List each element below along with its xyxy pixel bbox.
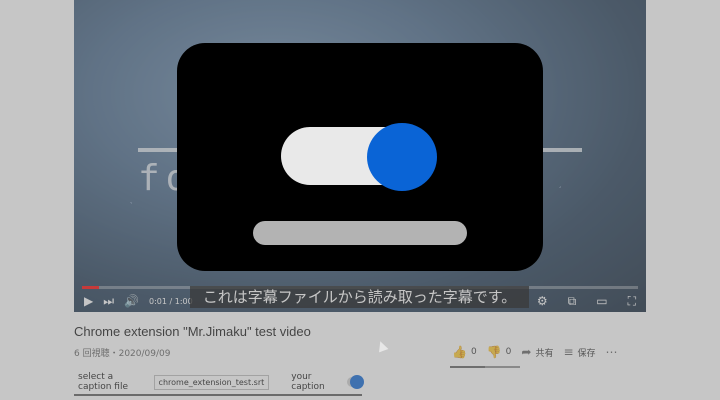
video-meta: 6 回視聴・2020/09/09 (74, 349, 171, 359)
play-icon[interactable]: ▶ (84, 293, 93, 309)
share-button[interactable]: ➦ 共有 (521, 345, 553, 359)
fullscreen-icon[interactable]: ⛶ (628, 293, 636, 309)
volume-icon[interactable]: 🔊 (124, 293, 139, 309)
extension-logo (177, 43, 543, 271)
video-actions: 👍 0 👎 0 ➦ 共有 ≡ 保存 ⋯ (452, 345, 618, 359)
theater-icon[interactable]: ▭ (596, 293, 607, 309)
gear-icon[interactable]: ⚙ (537, 293, 548, 309)
save-icon: ≡ (563, 345, 574, 359)
logo-toggle-knob (367, 123, 437, 191)
next-icon[interactable]: ⏭ (103, 293, 114, 309)
caption-toggle-knob (350, 375, 364, 389)
caption-text: これは字幕ファイルから読み取った字幕です。 (190, 286, 529, 308)
thumbs-up-icon: 👍 (452, 345, 467, 359)
controls-right: ⚙ ⧉ ▭ ⛶ (527, 293, 636, 309)
dislike-button[interactable]: 👎 0 (487, 345, 512, 359)
time-display: 0:01 / 1:00 (149, 296, 193, 306)
like-count: 0 (470, 347, 477, 357)
logo-caption-bar (253, 221, 467, 245)
caption-toggle[interactable] (346, 375, 364, 389)
share-label: 共有 (535, 348, 554, 359)
video-title: Chrome extension "Mr.Jimaku" test video (74, 324, 311, 339)
select-caption-label: select a caption file (78, 372, 128, 392)
sentiment-bar (450, 366, 520, 368)
save-label: 保存 (577, 348, 596, 359)
more-icon: ⋯ (605, 345, 618, 359)
sentiment-fill (450, 366, 485, 368)
save-button[interactable]: ≡ 保存 (563, 345, 595, 359)
like-button[interactable]: 👍 0 (452, 345, 477, 359)
progress-played (82, 286, 99, 289)
video-info: Chrome extension "Mr.Jimaku" test video … (0, 312, 720, 400)
share-icon: ➦ (521, 345, 532, 359)
your-caption-label: your caption (291, 372, 325, 392)
miniplayer-icon[interactable]: ⧉ (568, 293, 577, 309)
thumbs-down-icon: 👎 (486, 345, 502, 359)
caption-extension-bar: select a caption file chrome_extension_t… (74, 370, 364, 396)
caption-file-input[interactable]: chrome_extension_test.srt (153, 374, 270, 390)
dislike-count: 0 (505, 347, 512, 357)
more-button[interactable]: ⋯ (606, 345, 618, 359)
